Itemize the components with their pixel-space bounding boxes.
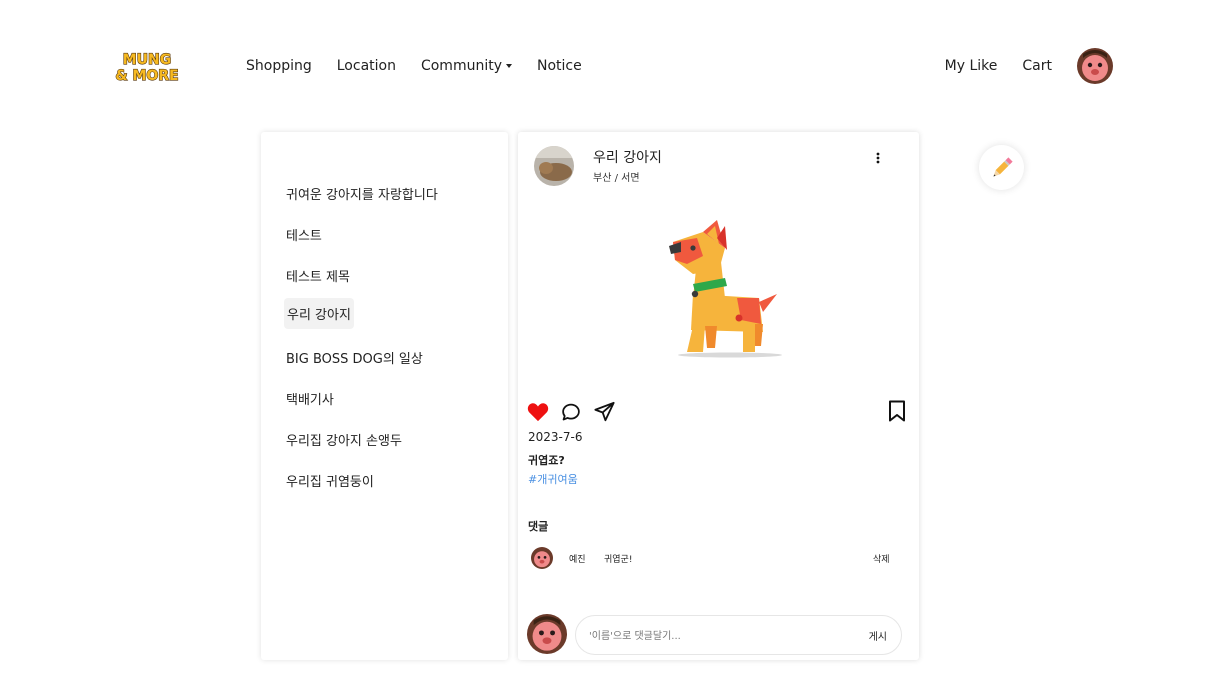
nav-my-like[interactable]: My Like <box>945 58 998 74</box>
comment-submit-button[interactable]: 게시 <box>869 628 887 643</box>
current-user-avatar <box>527 614 567 654</box>
nav-cart[interactable]: Cart <box>1022 58 1052 74</box>
sidebar-item[interactable]: 테스트 <box>286 219 322 250</box>
user-avatar[interactable] <box>1077 48 1113 84</box>
nav-location[interactable]: Location <box>337 58 396 74</box>
comment-text: 귀엽군! <box>604 555 633 565</box>
sidebar-item-active[interactable]: 우리 강아지 <box>284 298 354 329</box>
comment-icon[interactable] <box>560 402 582 427</box>
more-icon[interactable] <box>874 150 882 164</box>
post-date: 2023-7-6 <box>528 430 583 444</box>
chevron-down-icon <box>506 64 512 68</box>
post-hashtag[interactable]: #개귀여움 <box>528 471 578 487</box>
share-icon[interactable] <box>593 401 616 427</box>
main-nav: Shopping Location Community Notice <box>246 58 607 74</box>
logo-line2: & MORE <box>115 68 178 84</box>
post-card: 우리 강아지 부산 / 서면 2023-7-6 귀엽죠? #개귀여움 댓글 예진… <box>518 132 919 660</box>
sidebar-item[interactable]: 우리집 귀염둥이 <box>286 465 374 496</box>
sidebar-item[interactable]: 택배기사 <box>286 383 334 414</box>
nav-right: My Like Cart <box>945 48 1113 84</box>
sidebar-item[interactable]: 우리집 강아지 손앵두 <box>286 424 402 455</box>
sidebar-item[interactable]: 귀여운 강아지를 자랑합니다 <box>286 178 438 209</box>
post-author-avatar[interactable] <box>534 146 574 186</box>
sidebar-item[interactable]: 테스트 제목 <box>286 260 350 291</box>
navbar: MUNG & MORE Shopping Location Community … <box>0 0 1226 130</box>
comment-form: 게시 <box>575 615 902 655</box>
bookmark-icon[interactable] <box>888 400 906 426</box>
comment-input[interactable] <box>589 627 839 645</box>
nav-community[interactable]: Community <box>421 58 512 74</box>
comments-title: 댓글 <box>528 520 549 533</box>
comment-avatar[interactable] <box>531 547 553 569</box>
nav-community-label: Community <box>420 58 502 74</box>
post-location: 부산 / 서면 <box>593 173 640 184</box>
post-author[interactable]: 우리 강아지 <box>593 147 662 167</box>
post-caption: 귀엽죠? <box>528 454 565 467</box>
pencil-icon <box>993 156 1013 176</box>
nav-shopping[interactable]: Shopping <box>246 58 312 74</box>
logo-line1: MUNG <box>123 52 172 68</box>
comment-author: 예진 <box>569 555 586 565</box>
post-list-sidebar: 귀여운 강아지를 자랑합니다 테스트 테스트 제목 우리 강아지 BIG BOS… <box>261 132 508 660</box>
write-post-button[interactable] <box>979 145 1024 190</box>
nav-notice[interactable]: Notice <box>537 58 582 74</box>
comment-delete-button[interactable]: 삭제 <box>873 552 890 565</box>
sidebar-item[interactable]: BIG BOSS DOG의 일상 <box>286 342 423 373</box>
heart-icon[interactable] <box>527 402 549 426</box>
post-image-dog <box>663 220 783 360</box>
logo[interactable]: MUNG & MORE <box>113 50 181 84</box>
